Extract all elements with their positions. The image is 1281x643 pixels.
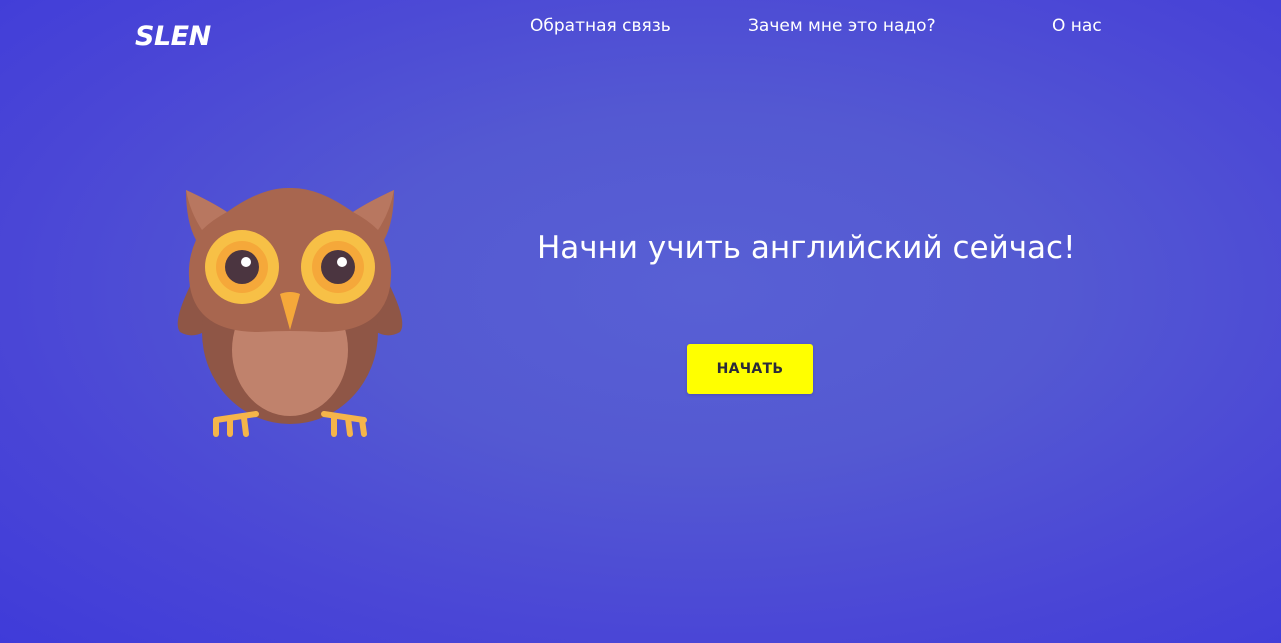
nav-feedback-link[interactable]: Обратная связь bbox=[530, 14, 671, 38]
hero-headline: Начни учить английский сейчас! bbox=[537, 230, 1076, 266]
nav-why-link[interactable]: Зачем мне это надо? bbox=[748, 14, 936, 38]
nav-about-link[interactable]: О нас bbox=[1052, 14, 1102, 38]
logo-link[interactable]: SLEN bbox=[135, 20, 211, 54]
owl-illustration bbox=[177, 187, 403, 437]
start-button[interactable]: НАЧАТЬ bbox=[687, 344, 813, 394]
